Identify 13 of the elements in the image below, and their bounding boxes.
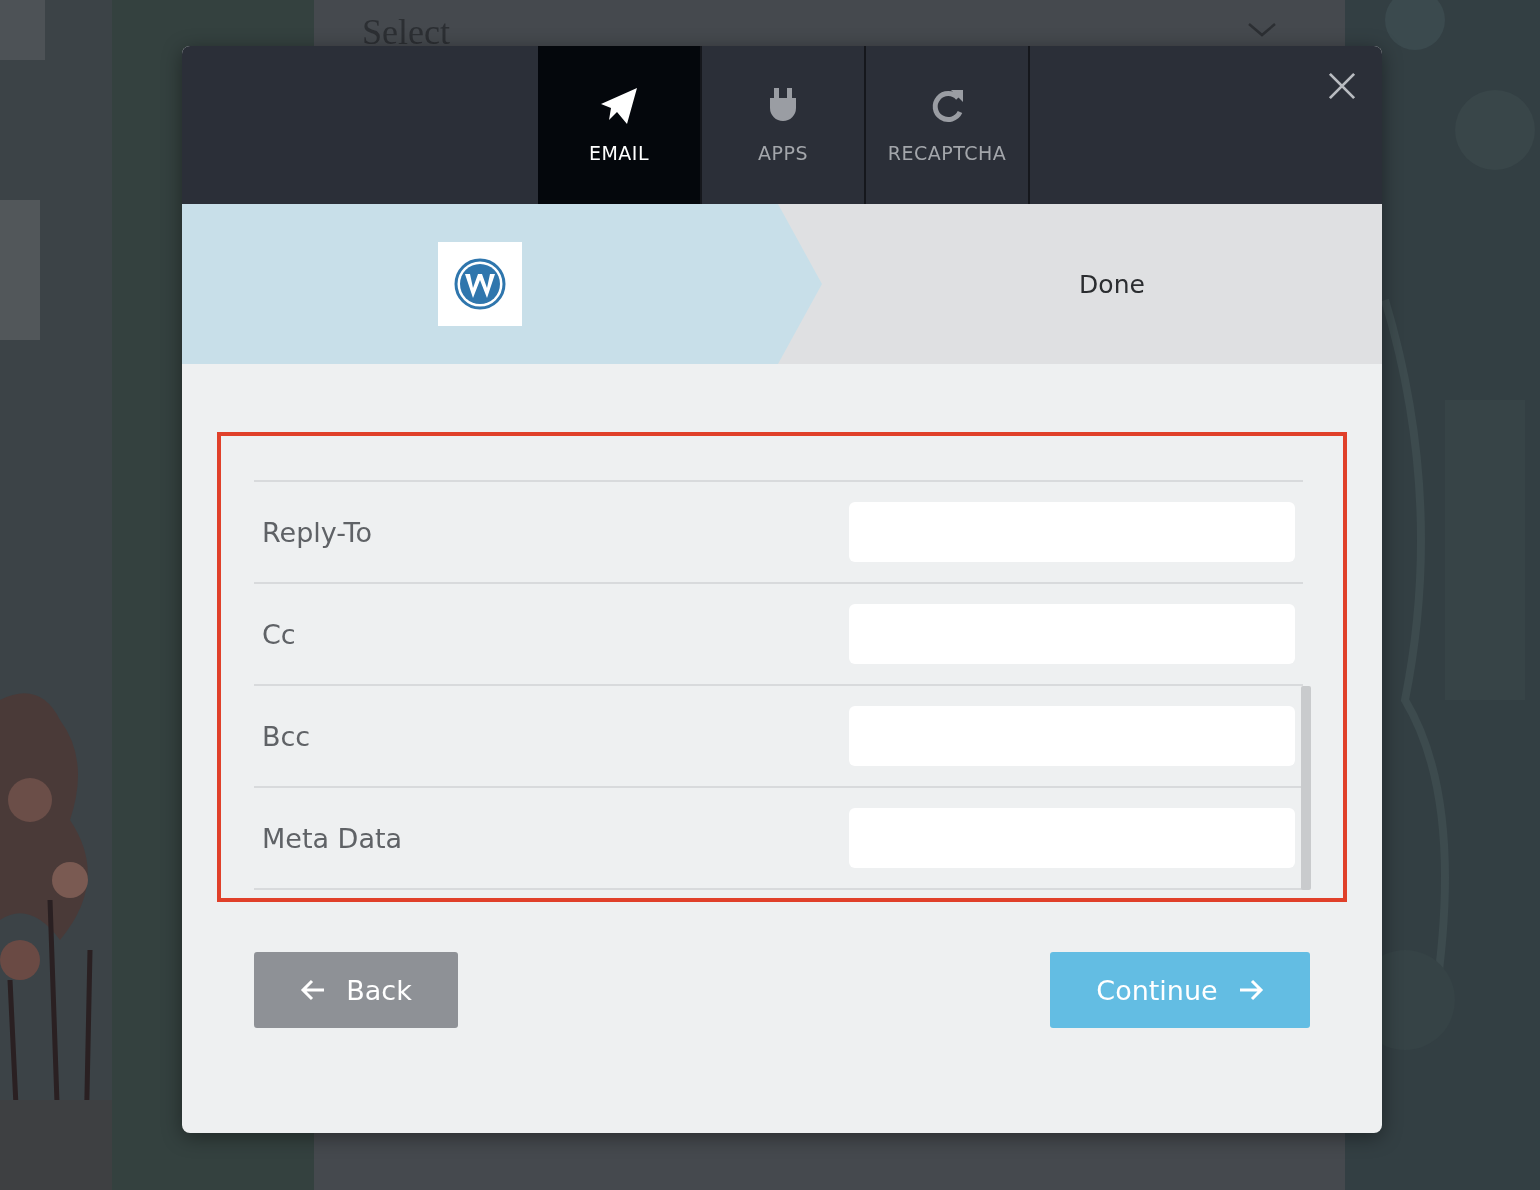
scrollbar[interactable] [1301, 686, 1311, 890]
tab[interactable]: EMAIL [538, 46, 700, 204]
chevron-down-icon [1247, 22, 1277, 38]
wordpress-icon [454, 258, 506, 310]
arrow-right-icon [1237, 979, 1264, 1001]
field-label: Reply-To [262, 516, 372, 548]
field-label: Meta Data [262, 822, 403, 854]
field-label: Cc [262, 618, 296, 650]
paper-plane-icon [599, 86, 639, 126]
close-icon[interactable] [1328, 72, 1356, 100]
arrow-left-icon [300, 979, 327, 1001]
back-button[interactable]: Back [254, 952, 458, 1028]
field-label: Bcc [262, 720, 311, 752]
